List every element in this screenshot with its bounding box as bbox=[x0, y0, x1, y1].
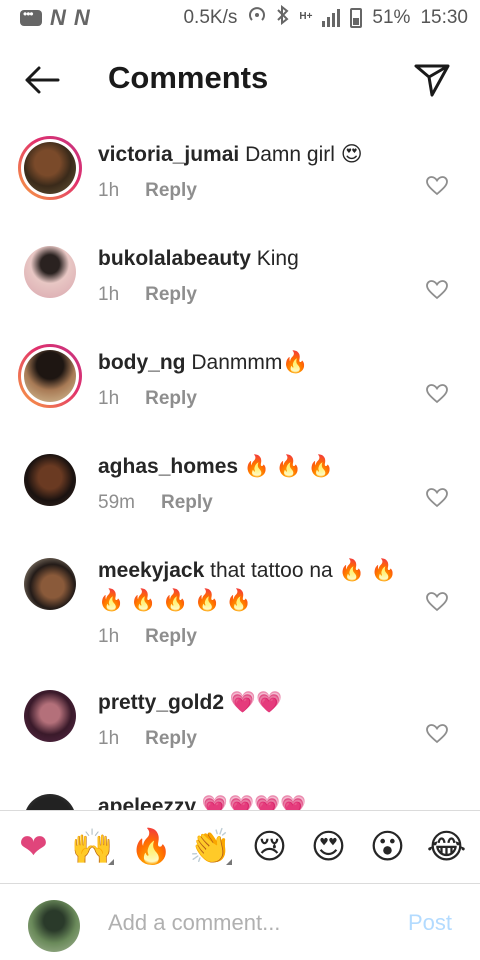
like-heart-icon[interactable] bbox=[426, 592, 448, 612]
emoji-raised-hands-button[interactable]: 🙌 bbox=[68, 827, 118, 867]
avatar[interactable] bbox=[18, 448, 82, 512]
like-heart-icon[interactable] bbox=[426, 488, 448, 508]
comment-username[interactable]: bukolalabeauty bbox=[98, 247, 251, 270]
comment-text: 💗💗💗💗 bbox=[201, 795, 307, 810]
comments-list[interactable]: victoria_jumai Damn girl 😍 1h Reply bukol… bbox=[0, 120, 480, 810]
paper-plane-icon bbox=[414, 64, 450, 97]
comment-text: King bbox=[256, 247, 299, 270]
comment-text: 💗💗 bbox=[229, 691, 283, 714]
comment-composer: Post bbox=[0, 886, 480, 960]
reply-button[interactable]: Reply bbox=[145, 176, 197, 206]
comment-time: 1h bbox=[98, 728, 120, 749]
comment-time: 59m bbox=[98, 492, 135, 513]
like-heart-icon[interactable] bbox=[426, 724, 448, 744]
comment-time: 1h bbox=[98, 626, 120, 647]
network-speed: 0.5K/s bbox=[183, 7, 238, 28]
avatar[interactable] bbox=[18, 684, 82, 748]
avatar[interactable] bbox=[18, 240, 82, 304]
reply-button[interactable]: Reply bbox=[145, 622, 197, 652]
status-bar: N N 0.5K/s H+ 51% 15:30 bbox=[0, 0, 480, 36]
emoji-laughing-button[interactable]: 😂 bbox=[422, 827, 472, 867]
back-button[interactable] bbox=[24, 64, 60, 96]
comment-time: 1h bbox=[98, 180, 120, 201]
like-heart-icon[interactable] bbox=[426, 384, 448, 404]
reply-button[interactable]: Reply bbox=[145, 724, 197, 754]
reply-button[interactable]: Reply bbox=[161, 488, 213, 518]
my-avatar bbox=[22, 894, 86, 958]
comment-text: 🔥 🔥 🔥 bbox=[243, 455, 335, 478]
carrier-icon-2: N bbox=[73, 5, 90, 30]
share-button[interactable] bbox=[412, 62, 452, 98]
avatar[interactable] bbox=[18, 344, 82, 408]
emoji-surprised-button[interactable]: 😮 bbox=[363, 827, 413, 867]
comment-text: Danmmm🔥 bbox=[191, 351, 309, 374]
avatar[interactable] bbox=[18, 136, 82, 200]
comment-username[interactable]: victoria_jumai bbox=[98, 143, 239, 166]
battery-icon bbox=[350, 8, 363, 28]
message-notification-icon bbox=[20, 7, 42, 26]
clock: 15:30 bbox=[420, 7, 468, 28]
emoji-quick-bar: ❤ 🙌 🔥 👏 😢 😍 😮 😂 bbox=[0, 810, 480, 884]
emoji-crying-button[interactable]: 😢 bbox=[245, 827, 295, 867]
reply-button[interactable]: Reply bbox=[145, 280, 197, 310]
comment-input[interactable] bbox=[108, 906, 388, 940]
comment-text: Damn girl 😍 bbox=[245, 143, 363, 166]
comment-username[interactable]: body_ng bbox=[98, 351, 186, 374]
emoji-fire-button[interactable]: 🔥 bbox=[127, 827, 177, 867]
signal-icon bbox=[322, 9, 341, 27]
network-type: H+ bbox=[299, 11, 313, 22]
comment-username[interactable]: aghas_homes bbox=[98, 455, 238, 478]
comment-time: 1h bbox=[98, 388, 120, 409]
comment-username[interactable]: meekyjack bbox=[98, 559, 204, 582]
comment-username[interactable]: apeleezzy bbox=[98, 795, 196, 810]
emoji-heart-eyes-button[interactable]: 😍 bbox=[304, 827, 354, 867]
like-heart-icon[interactable] bbox=[426, 176, 448, 196]
emoji-clapping-button[interactable]: 👏 bbox=[186, 827, 236, 867]
page-title: Comments bbox=[108, 60, 269, 95]
battery-percent: 51% bbox=[372, 7, 411, 28]
arrow-left-icon bbox=[25, 66, 60, 94]
avatar[interactable] bbox=[18, 788, 82, 810]
reply-button[interactable]: Reply bbox=[145, 384, 197, 414]
emoji-heart-button[interactable]: ❤ bbox=[9, 827, 59, 867]
bluetooth-icon bbox=[277, 4, 289, 31]
avatar[interactable] bbox=[18, 552, 82, 616]
hotspot-icon bbox=[247, 5, 267, 31]
post-button[interactable]: Post bbox=[408, 910, 452, 936]
comment-time: 1h bbox=[98, 284, 120, 305]
comments-header: Comments bbox=[0, 44, 480, 116]
comment-username[interactable]: pretty_gold2 bbox=[98, 691, 224, 714]
carrier-icon: N bbox=[50, 5, 66, 30]
like-heart-icon[interactable] bbox=[426, 280, 448, 300]
